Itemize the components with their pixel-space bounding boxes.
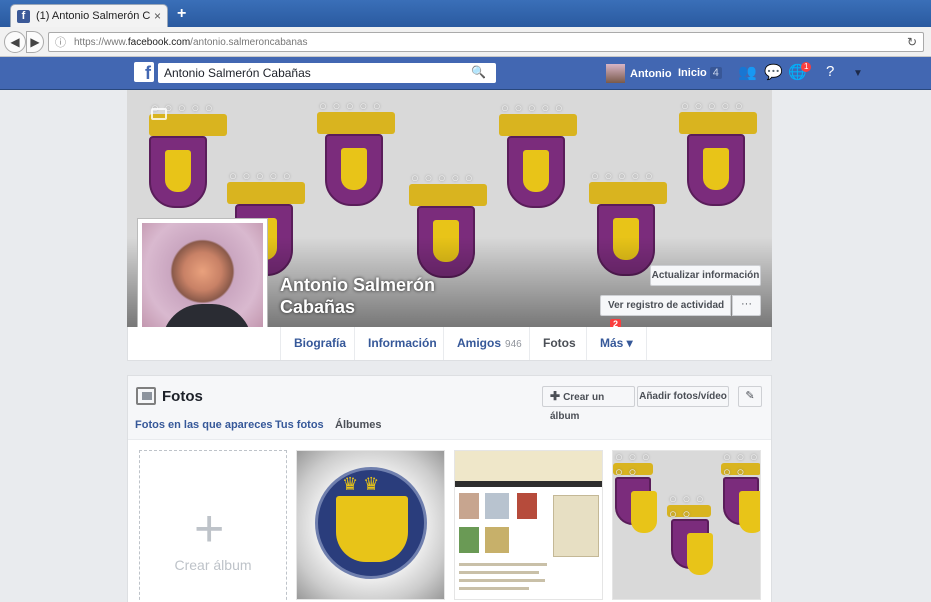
- home-link[interactable]: Inicio 4: [678, 67, 722, 79]
- tab-fotos[interactable]: Fotos: [529, 327, 589, 360]
- plus-icon: ✚: [550, 389, 561, 403]
- reload-icon[interactable]: ↻: [907, 35, 917, 49]
- subtab-albums[interactable]: Álbumes: [335, 419, 381, 431]
- search-input[interactable]: Antonio Salmerón Cabañas 🔍: [158, 63, 496, 83]
- search-value: Antonio Salmerón Cabañas: [164, 66, 311, 80]
- album-cover-emblem[interactable]: [296, 450, 445, 600]
- subtab-photos-of-you[interactable]: Fotos en las que apareces: [135, 419, 273, 431]
- plus-icon: +: [194, 500, 225, 558]
- coat-of-arms-image: [325, 134, 383, 206]
- pencil-icon[interactable]: ✎: [738, 386, 762, 407]
- new-tab-button[interactable]: +: [177, 5, 186, 23]
- profile-name-line2: Cabañas: [280, 297, 356, 317]
- photos-icon: [136, 387, 156, 405]
- tab-amigos-label: Amigos: [457, 336, 502, 350]
- crown-decoration: [667, 491, 711, 521]
- browser-tab[interactable]: f (1) Antonio Salmerón Cabañas ×: [10, 4, 168, 27]
- create-album-button[interactable]: ✚ Crear un álbum: [542, 386, 635, 422]
- coat-of-arms-image: [615, 477, 657, 533]
- crown-decoration: [721, 451, 760, 479]
- activity-log-label: Ver registro de actividad: [608, 300, 725, 311]
- coat-of-arms-image: [723, 477, 760, 533]
- crown-decoration: [679, 98, 757, 134]
- friends-count: 946: [505, 339, 522, 350]
- profile-name[interactable]: Antonio Salmerón Cabañas: [280, 274, 435, 318]
- photos-title[interactable]: Fotos: [162, 388, 203, 405]
- tab-biografia[interactable]: Biografía: [280, 327, 359, 360]
- album-cover-arms[interactable]: [612, 450, 761, 600]
- photos-section: Fotos ✚ Crear un álbum Añadir fotos/vídeo…: [127, 375, 772, 602]
- notification-badge: 1: [801, 62, 812, 72]
- create-album-tile-label: Crear álbum: [174, 557, 252, 573]
- facebook-logo-icon[interactable]: f: [134, 62, 154, 83]
- search-icon[interactable]: 🔍: [471, 65, 486, 79]
- messenger-icon[interactable]: 💬: [764, 63, 783, 81]
- friend-requests-icon[interactable]: 👥: [738, 63, 757, 81]
- crown-decoration: [227, 168, 305, 204]
- tab-close-button[interactable]: ×: [154, 9, 161, 23]
- thumbnail-image: [459, 527, 479, 553]
- tab-informacion[interactable]: Información: [354, 327, 450, 360]
- user-name: Antonio: [630, 67, 672, 80]
- caret-down-icon[interactable]: ▼: [853, 68, 863, 79]
- browser-titlebar: f (1) Antonio Salmerón Cabañas × +: [0, 0, 931, 27]
- profile-link[interactable]: Antonio: [606, 64, 672, 83]
- thumbnail-image: [459, 493, 479, 519]
- avatar: [606, 64, 625, 83]
- subtab-your-photos[interactable]: Tus fotos: [275, 419, 324, 431]
- website-header-image: [455, 451, 602, 481]
- tab-amigos[interactable]: Amigos 946: [443, 327, 535, 360]
- thumbnail-image: [485, 493, 509, 519]
- forward-arrow-icon[interactable]: ▶: [26, 31, 44, 53]
- profile-name-line1: Antonio Salmerón: [280, 275, 436, 295]
- coat-of-arms-image: [149, 136, 207, 208]
- camera-icon[interactable]: [151, 108, 167, 120]
- site-info-icon[interactable]: ⓘ: [55, 34, 66, 50]
- home-label: Inicio: [678, 67, 707, 79]
- activity-log-button[interactable]: Ver registro de actividad 2: [600, 295, 731, 329]
- create-album-tile[interactable]: + Crear álbum: [139, 450, 287, 602]
- thumbnail-image: [485, 527, 509, 553]
- crown-decoration: [409, 170, 487, 206]
- crown-decoration: [589, 168, 667, 204]
- text-line: [459, 571, 539, 574]
- home-count: 4: [709, 67, 722, 79]
- thumbnail-image: [517, 493, 537, 519]
- text-line: [459, 563, 547, 566]
- profile-tabs: Biografía Información Amigos 946 Fotos Má…: [127, 327, 772, 361]
- url-input[interactable]: ⓘ https://www.facebook.com/antonio.salme…: [48, 32, 924, 52]
- photos-header: Fotos ✚ Crear un álbum Añadir fotos/vídeo…: [128, 376, 771, 440]
- crown-decoration: [613, 451, 653, 479]
- coat-of-arms-image: [315, 467, 427, 579]
- tab-mas[interactable]: Más ▾: [586, 327, 647, 360]
- facebook-favicon-icon: f: [17, 9, 30, 23]
- add-photos-button[interactable]: Añadir fotos/vídeo: [637, 386, 729, 407]
- more-options-button[interactable]: ···: [732, 295, 761, 316]
- text-line: [459, 587, 529, 590]
- coat-of-arms-image: [687, 134, 745, 206]
- crown-decoration: [499, 100, 577, 136]
- profile-photo-image: [142, 223, 263, 344]
- help-icon[interactable]: ?: [826, 63, 834, 80]
- update-info-button[interactable]: Actualizar información: [650, 265, 761, 286]
- crown-decoration: [317, 98, 395, 134]
- back-arrow-icon[interactable]: ◀: [4, 31, 26, 53]
- url-text: https://www.facebook.com/antonio.salmero…: [74, 36, 308, 48]
- album-cover-website[interactable]: [454, 450, 603, 600]
- text-line: [459, 579, 545, 582]
- address-bar: ◀ ▶ ⓘ https://www.facebook.com/antonio.s…: [0, 27, 931, 57]
- coat-of-arms-image: [507, 136, 565, 208]
- tab-title: (1) Antonio Salmerón Cabañas: [36, 10, 150, 22]
- coat-of-arms-image: [671, 519, 713, 575]
- contact-box-image: [553, 495, 599, 557]
- facebook-top-bar: f Antonio Salmerón Cabañas 🔍 Antonio Ini…: [0, 57, 931, 90]
- website-nav-image: [455, 481, 602, 487]
